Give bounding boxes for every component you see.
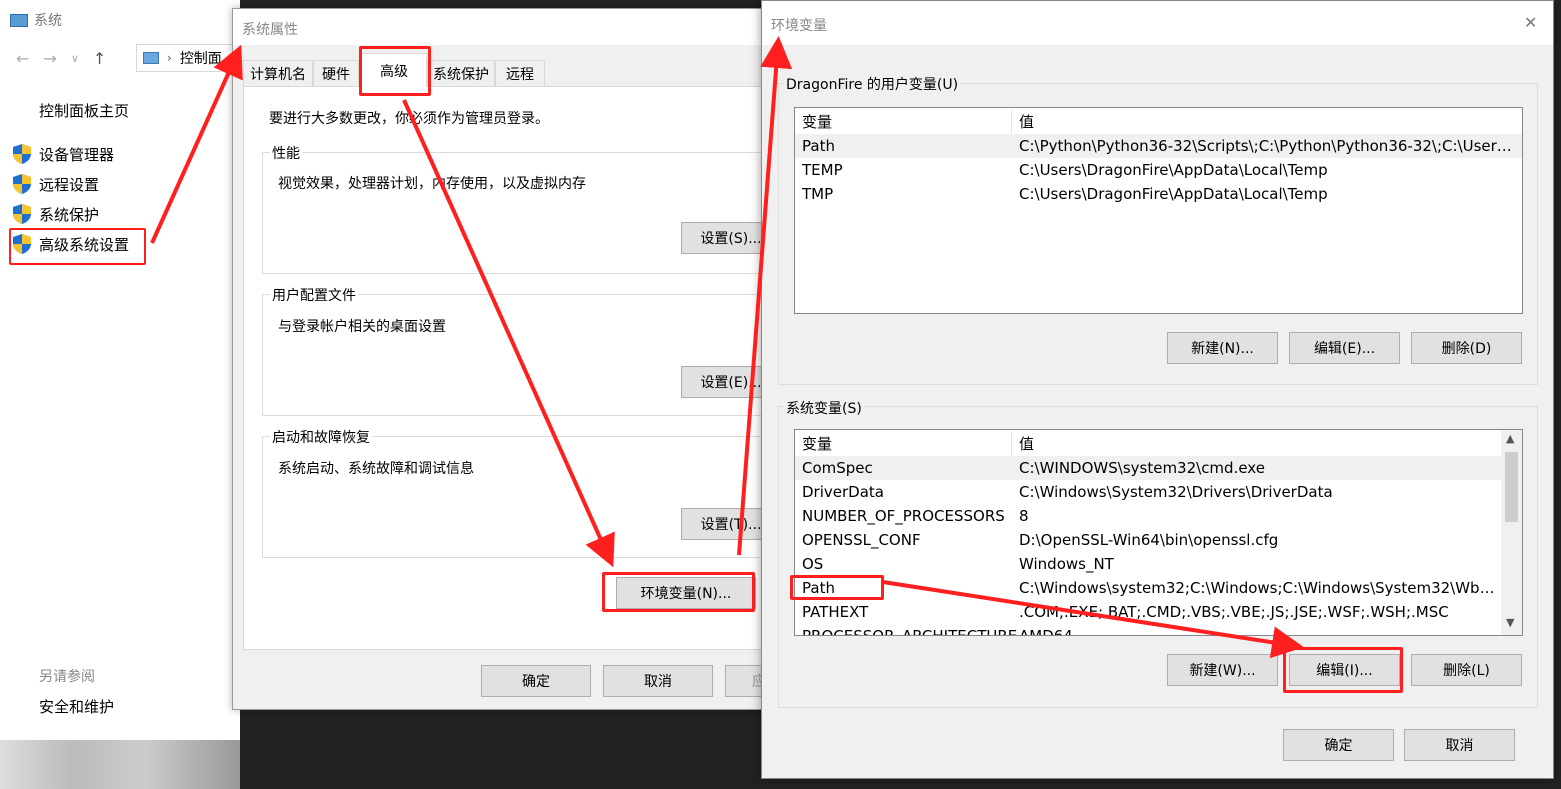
arrow-to-system-properties (150, 44, 243, 244)
annotation-arrows (150, 36, 1304, 659)
arrow-to-edit-button (882, 580, 1304, 659)
annotation-box-advanced-tab (359, 46, 431, 96)
arrow-to-env-dialog (737, 36, 793, 556)
arrow-to-env-button (402, 99, 615, 568)
